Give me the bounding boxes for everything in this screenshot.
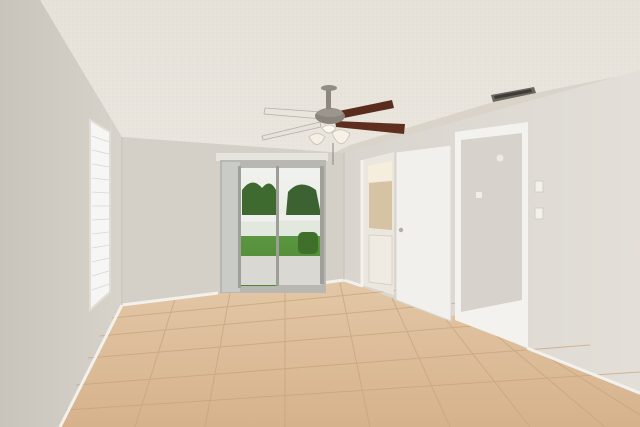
room-photo <box>0 0 640 427</box>
sliding-glass-door <box>216 153 328 293</box>
window-blinds <box>89 118 111 313</box>
bathroom-doorway <box>360 152 394 295</box>
light-switch <box>534 180 544 193</box>
interior-door <box>395 144 452 322</box>
closet-doorway <box>455 122 528 348</box>
room-scene <box>0 0 640 427</box>
outlet-plate <box>534 207 544 220</box>
